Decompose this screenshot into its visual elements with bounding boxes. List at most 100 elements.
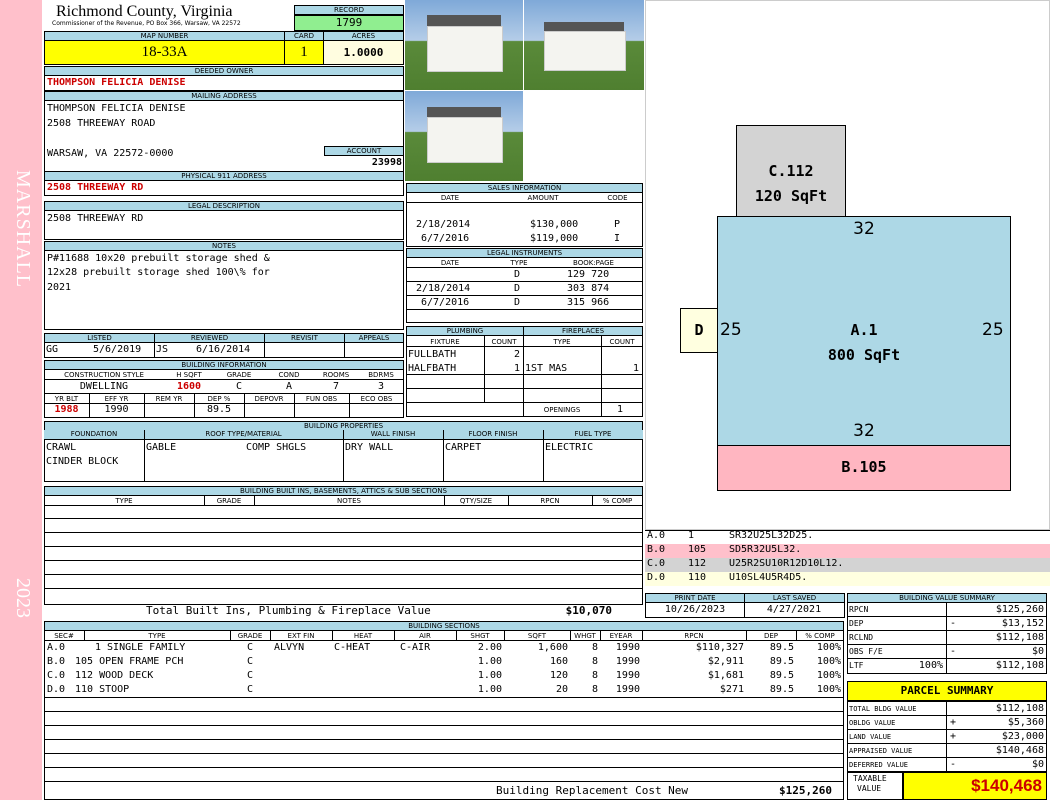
plumbing-count-header: COUNT [491, 338, 517, 346]
plumbing-box [406, 335, 524, 417]
taxable-value: $140,468 [903, 772, 1047, 800]
map-number: 18-33A [44, 40, 285, 65]
ps-land-label: LAND VALUE [849, 733, 892, 741]
vs-rclnd-value: $112,108 [995, 632, 1044, 643]
sec-row-1-extfin: ALVYN [274, 642, 305, 653]
vs-dep-label: DEP [849, 619, 864, 628]
sec-row-2-grade: C [246, 656, 254, 667]
plumbing-fixture-header: FIXTURE [430, 338, 460, 346]
wall-label: WALL FINISH [343, 430, 444, 440]
bi2-h6: ECO OBS [360, 395, 393, 403]
sec-row-3-type: 112 WOOD DECK [75, 670, 154, 681]
sketch-c-label: C.112 [768, 162, 814, 180]
sec-row-4-dep: 89.5 [769, 684, 794, 695]
taxable-label-2: VALUE [857, 784, 882, 793]
legend-c-code: C.0 [647, 558, 666, 569]
bi2-h4: DEPOVR [254, 395, 284, 403]
floor-label: FLOOR FINISH [443, 430, 544, 440]
legal-description: 2508 THREEWAY RD [47, 213, 144, 224]
sec-row-1-sec: A.0 [47, 642, 66, 653]
foundation-line-2: CINDER BLOCK [46, 456, 119, 467]
ps-appraised-label: APPRAISED VALUE [849, 747, 913, 755]
sales-code-header: CODE [607, 194, 628, 202]
legend-c-desc: U25R2SU10R12D10L12. [729, 558, 844, 569]
foundation-label: FOUNDATION [44, 430, 145, 440]
li-row-3-bookpage: 315 966 [567, 297, 610, 308]
builtins-total-value: $10,070 [565, 604, 612, 617]
ps-obldg-label: OBLDG VALUE [849, 719, 896, 727]
effective-year: 1990 [104, 404, 129, 415]
builtins-grade-header: GRADE [216, 497, 242, 505]
bi-h3: COND [278, 371, 300, 379]
sec-row-1-comp: 100% [816, 642, 841, 653]
sec-row-2-dep: 89.5 [769, 656, 794, 667]
deeded-owner-name: THOMPSON FELICIA DENISE [47, 77, 186, 88]
notes-line-2: 12x28 prebuilt storage shed 100\% for [47, 267, 270, 278]
sketch-dim-top: 32 [853, 219, 875, 239]
sec-row-4-sec: D.0 [47, 684, 66, 695]
sec-row-1-shgt: 2.00 [477, 642, 502, 653]
sec-h-dep: DEP [763, 632, 779, 640]
foundation-line-1: CRAWL [46, 442, 77, 453]
builtins-total-label: Total Built Ins, Plumbing & Fireplace Va… [146, 604, 431, 617]
sec-row-4-eyear: 1990 [615, 684, 640, 695]
plumbing-row-1-count: 2 [513, 349, 520, 360]
li-row-3-date: 6/7/2016 [421, 297, 470, 308]
mailing-line-1: THOMPSON FELICIA DENISE [47, 103, 186, 114]
reviewed-by: JS [156, 344, 169, 355]
sketch-d-label: D [694, 321, 704, 339]
last-saved-date: 4/27/2021 [766, 604, 822, 615]
ps-total-bldg-label: TOTAL BLDG VALUE [849, 705, 917, 713]
sec-row-1-type: 1 SINGLE FAMILY [95, 642, 186, 653]
sales-row-2-code: I [614, 233, 621, 244]
legend-a-code: A.0 [647, 530, 666, 541]
notes-line-3: 2021 [47, 282, 72, 293]
sec-row-1-eyear: 1990 [615, 642, 640, 653]
sec-row-2-shgt: 1.00 [477, 656, 502, 667]
bi2-h2: REM YR [155, 395, 183, 403]
district-name: MARSHALL [12, 170, 34, 289]
acres-value: 1.0000 [323, 40, 404, 65]
fuel-type: ELECTRIC [545, 442, 594, 453]
bi-h0: CONSTRUCTION STYLE [64, 371, 144, 379]
account-label: ACCOUNT [324, 146, 404, 156]
bi2-h5: FUN OBS [305, 395, 338, 403]
taxable-label-1: TAXABLE [853, 774, 887, 783]
legend-d-desc: U10SL4U5R4D5. [729, 572, 808, 583]
sec-h-grade: GRADE [237, 632, 263, 640]
builtins-type-header: TYPE [115, 497, 133, 505]
builtins-notes-header: NOTES [337, 497, 361, 505]
construction-style: DWELLING [79, 381, 129, 392]
sec-row-2-type: 105 OPEN FRAME PCH [75, 656, 184, 667]
vs-rclnd-label: RCLND [849, 633, 874, 642]
sketch-a-area: 800 SqFt [827, 346, 901, 364]
sec-h-extfin: EXT FIN [287, 632, 315, 640]
replacement-cost-label: Building Replacement Cost New [496, 784, 689, 797]
fireplace-count-header: COUNT [609, 338, 635, 346]
li-row-3-type: D [514, 297, 521, 308]
sketch-dim-right: 25 [982, 320, 1004, 340]
builtins-comp-header: % COMP [602, 497, 633, 505]
sec-row-3-rpcn: $1,681 [707, 670, 744, 681]
li-type-header: TYPE [510, 259, 528, 267]
sec-h-sqft: SQFT [527, 632, 547, 640]
vs-rpcn-value: $125,260 [995, 604, 1044, 615]
sec-row-2-whgt: 8 [591, 656, 598, 667]
sec-row-4-shgt: 1.00 [477, 684, 502, 695]
sec-row-1-dep: 89.5 [769, 642, 794, 653]
sec-row-3-shgt: 1.00 [477, 670, 502, 681]
mailing-line-2: 2508 THREEWAY ROAD [47, 118, 156, 129]
li-bookpage-header: BOOK:PAGE [573, 259, 614, 267]
record-number: 1799 [294, 15, 404, 31]
sec-row-3-grade: C [246, 670, 254, 681]
sec-row-1-heat: C-HEAT [334, 642, 371, 653]
sec-row-3-comp: 100% [816, 670, 841, 681]
sec-row-1-air: C-AIR [400, 642, 431, 653]
builtins-qty-header: QTY/SIZE [459, 497, 493, 505]
rooms: 7 [332, 381, 340, 392]
openings-label: OPENINGS [543, 406, 581, 414]
ps-total-bldg-value: $112,108 [995, 703, 1044, 714]
sec-row-1-whgt: 8 [591, 642, 598, 653]
sales-amount-header: AMOUNT [527, 194, 559, 202]
sketch-a-label: A.1 [850, 321, 878, 339]
